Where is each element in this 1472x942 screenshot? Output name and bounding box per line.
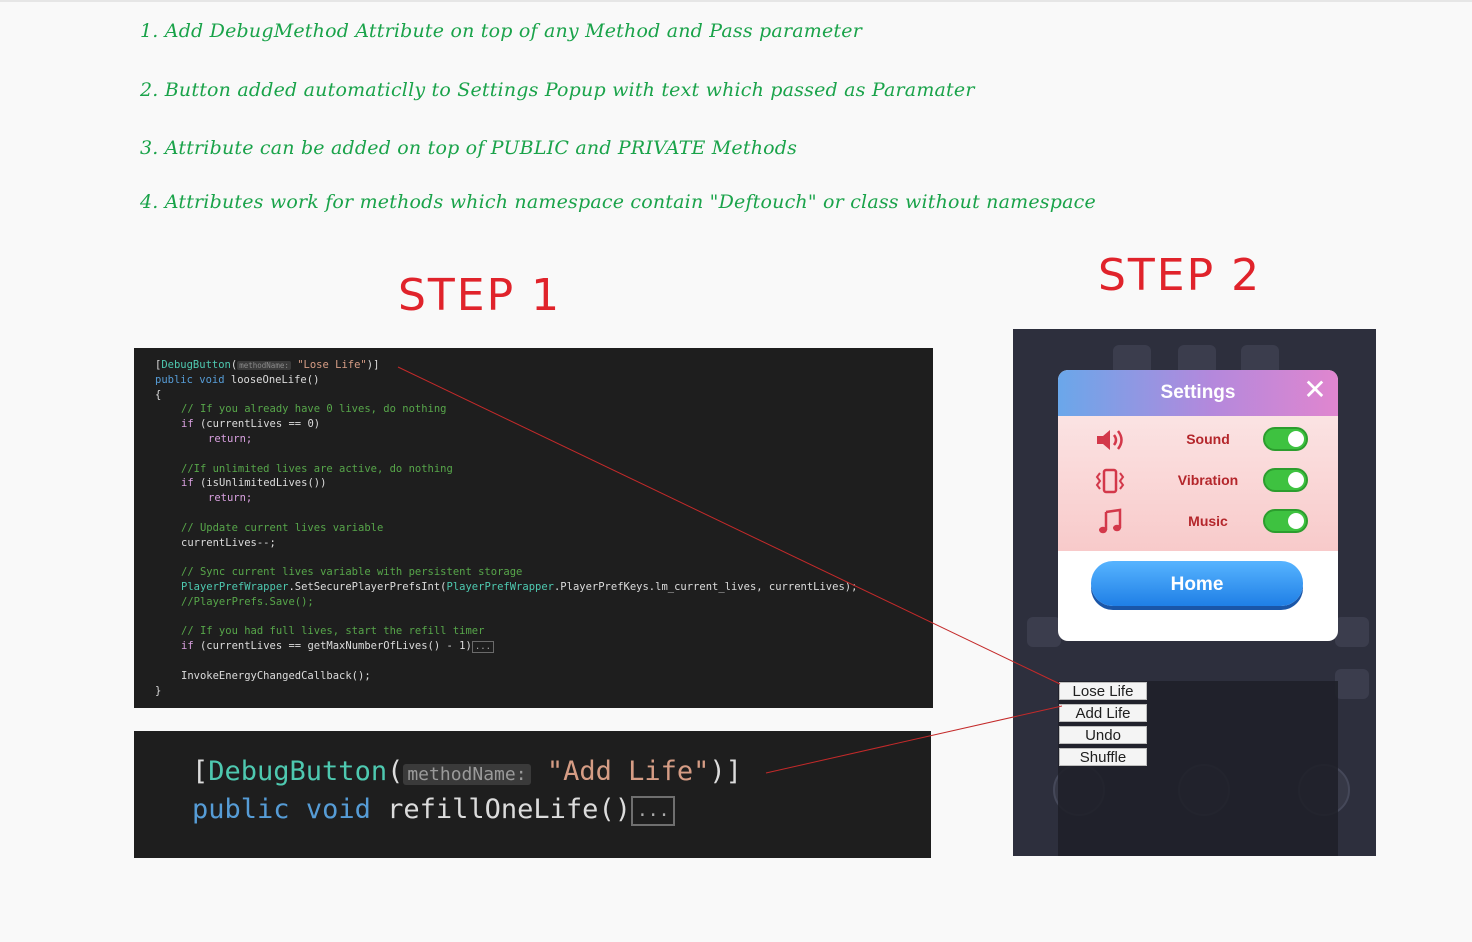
code-comment: // If you already have 0 lives, do nothi… [181,403,447,416]
game-settings-screenshot: Settings ✕ Sound Vibration Music Home Lo… [1013,329,1376,856]
setting-label: Music [1188,513,1228,529]
collapsed-code-indicator[interactable]: ... [471,641,495,654]
setting-row-sound: Sound [1058,422,1338,458]
debug-button-add-life[interactable]: Add Life [1059,704,1147,722]
code-line-attribute: [DebugButton(methodName: "Add Life")] [192,756,742,787]
code-line: InvokeEnergyChangedCallback(); [181,669,371,682]
setting-row-music: Music [1058,504,1338,540]
speaker-icon [1092,426,1128,454]
settings-title: Settings [1160,382,1236,403]
setting-row-vibration: Vibration [1058,463,1338,499]
close-icon[interactable]: ✕ [1302,376,1328,404]
top-divider [0,0,1472,2]
home-button-label: Home [1170,574,1224,595]
code-comment: // If you had full lives, start the refi… [181,625,485,638]
code-line-signature: public void looseOneLife() [155,373,320,386]
code-line: currentLives--; [181,536,276,549]
sound-toggle[interactable] [1263,427,1308,451]
music-note-icon [1092,508,1128,536]
setting-label: Sound [1186,431,1230,447]
debug-button-shuffle[interactable]: Shuffle [1059,748,1147,766]
settings-header: Settings ✕ [1058,370,1338,416]
instruction-3: 3. Attribute can be added on top of PUBL… [140,137,798,159]
code-panel-lose-life: [DebugButton(methodName: "Lose Life")] p… [134,348,933,708]
code-panel-add-life: [DebugButton(methodName: "Add Life")] pu… [134,731,931,858]
music-toggle[interactable] [1263,509,1308,533]
settings-options: Sound Vibration Music [1058,416,1338,551]
instruction-1: 1. Add DebugMethod Attribute on top of a… [140,20,862,42]
code-line-attribute: [DebugButton(methodName: "Lose Life")] [155,359,380,371]
code-comment: // Update current lives variable [181,521,384,534]
code-line: if (currentLives == 0) [181,418,321,431]
step-1-heading: STEP 1 [398,270,562,321]
instruction-4: 4. Attributes work for methods which nam… [140,191,1096,213]
code-comment: //If unlimited lives are active, do noth… [181,462,453,475]
debug-button-lose-life[interactable]: Lose Life [1059,682,1147,700]
step-2-heading: STEP 2 [1098,250,1262,301]
home-button[interactable]: Home [1091,561,1303,606]
debug-button-undo[interactable]: Undo [1059,726,1147,744]
instruction-2: 2. Button added automaticlly to Settings… [140,79,975,101]
setting-label: Vibration [1177,472,1239,488]
code-comment: //PlayerPrefs.Save(); [181,595,314,608]
code-line: if (currentLives == getMaxNumberOfLives(… [134,639,933,654]
code-line: PlayerPrefWrapper.SetSecurePlayerPrefsIn… [181,580,858,593]
code-comment: // Sync current lives variable with pers… [181,566,523,579]
code-line: if (isUnlimitedLives()) [181,477,327,490]
settings-popup: Settings ✕ Sound Vibration Music Home [1058,370,1338,641]
code-line-signature: public void refillOneLife()... [192,794,676,826]
vibration-icon [1092,467,1128,495]
collapsed-code-indicator[interactable]: ... [630,795,676,826]
vibration-toggle[interactable] [1263,468,1308,492]
